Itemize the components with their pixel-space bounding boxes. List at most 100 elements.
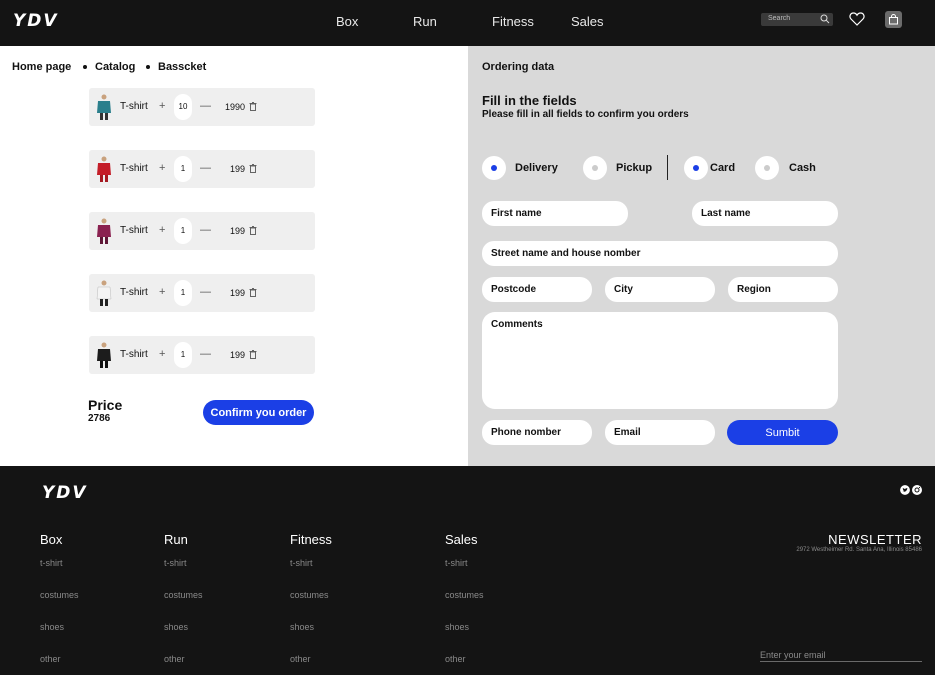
delivery-radio[interactable] [482,156,506,180]
footer-col-box[interactable]: Box [40,532,62,547]
increase-qty-button[interactable]: + [159,100,165,112]
trash-icon[interactable] [249,350,257,359]
breadcrumb-basket[interactable]: Basscket [158,61,206,73]
increase-qty-button[interactable]: + [159,348,165,360]
item-name: T-shirt [120,349,148,360]
footer-link[interactable]: shoes [290,622,314,632]
footer-link[interactable]: costumes [290,590,329,600]
footer-link[interactable]: other [40,654,61,664]
tshirt-thumbnail-icon [97,94,111,120]
city-field[interactable]: City [605,277,715,302]
logo[interactable]: YDV [13,11,59,31]
postcode-field[interactable]: Postcode [482,277,592,302]
trash-icon[interactable] [249,164,257,173]
item-price: 199 [229,350,245,360]
trash-icon[interactable] [249,226,257,235]
decrease-qty-button[interactable]: — [200,348,211,360]
search-input[interactable]: Search [761,13,833,26]
instagram-icon[interactable] [912,485,922,495]
quantity-value[interactable]: 1 [174,342,192,368]
decrease-qty-button[interactable]: — [200,162,211,174]
basket-item: T-shirt + 10 — 1990 [89,88,315,126]
first-name-field[interactable]: First name [482,201,628,226]
ordering-data-title: Ordering data [482,61,555,73]
increase-qty-button[interactable]: + [159,286,165,298]
phone-placeholder: Phone nomber [491,427,562,438]
region-placeholder: Region [737,284,771,295]
quantity-value[interactable]: 10 [174,94,192,120]
increase-qty-button[interactable]: + [159,162,165,174]
item-name: T-shirt [120,225,148,236]
heart-icon[interactable] [849,11,865,27]
card-radio[interactable] [684,156,708,180]
footer-link[interactable]: costumes [40,590,79,600]
region-field[interactable]: Region [728,277,838,302]
confirm-order-button[interactable]: Confirm you order [203,400,314,425]
item-price: 199 [229,164,245,174]
card-label: Card [710,162,736,174]
basket-item: T-shirt + 1 — 199 [89,336,315,374]
footer-col-sales[interactable]: Sales [445,532,478,547]
tshirt-thumbnail-icon [97,218,111,244]
cash-radio[interactable] [755,156,779,180]
footer: YDV Box t-shirt costumes shoes other Run… [0,466,935,675]
footer-link[interactable]: other [164,654,185,664]
trash-icon[interactable] [249,288,257,297]
pickup-radio[interactable] [583,156,607,180]
increase-qty-button[interactable]: + [159,224,165,236]
nav-run[interactable]: Run [413,14,437,29]
first-name-placeholder: First name [491,208,542,219]
cash-label: Cash [789,162,816,174]
breadcrumb-home[interactable]: Home page [12,61,71,73]
last-name-placeholder: Last name [701,208,751,219]
tshirt-thumbnail-icon [97,156,111,182]
quantity-value[interactable]: 1 [174,280,192,306]
total-price-value: 2786 [88,413,111,424]
footer-link[interactable]: costumes [164,590,203,600]
phone-field[interactable]: Phone nomber [482,420,592,445]
footer-link[interactable]: t-shirt [445,558,468,568]
nav-box[interactable]: Box [336,14,358,29]
decrease-qty-button[interactable]: — [200,224,211,236]
last-name-field[interactable]: Last name [692,201,838,226]
trash-icon[interactable] [249,102,257,111]
comments-field[interactable]: Comments [482,312,838,409]
item-price: 1990 [224,102,245,112]
footer-link[interactable]: shoes [164,622,188,632]
decrease-qty-button[interactable]: — [200,286,211,298]
quantity-value[interactable]: 1 [174,156,192,182]
footer-link[interactable]: costumes [445,590,484,600]
newsletter-title: NEWSLETTER [828,532,922,547]
twitter-icon[interactable] [900,485,910,495]
footer-link[interactable]: other [290,654,311,664]
comments-placeholder: Comments [491,319,543,330]
decrease-qty-button[interactable]: — [200,100,211,112]
option-divider [667,155,668,180]
basket-item: T-shirt + 1 — 199 [89,212,315,250]
item-name: T-shirt [120,287,148,298]
item-name: T-shirt [120,163,148,174]
postcode-placeholder: Postcode [491,284,537,295]
footer-col-fitness[interactable]: Fitness [290,532,332,547]
submit-button[interactable]: Sumbit [727,420,838,445]
item-price: 199 [229,226,245,236]
nav-sales[interactable]: Sales [571,14,604,29]
email-field[interactable]: Email [605,420,715,445]
nav-fitness[interactable]: Fitness [492,14,534,29]
footer-col-run[interactable]: Run [164,532,188,547]
footer-link[interactable]: shoes [445,622,469,632]
footer-link[interactable]: t-shirt [290,558,313,568]
item-name: T-shirt [120,101,148,112]
search-icon[interactable] [820,14,830,24]
footer-link[interactable]: other [445,654,466,664]
quantity-value[interactable]: 1 [174,218,192,244]
footer-link[interactable]: shoes [40,622,64,632]
breadcrumb-catalog[interactable]: Catalog [95,61,135,73]
breadcrumb-separator [83,65,87,69]
footer-link[interactable]: t-shirt [164,558,187,568]
street-field[interactable]: Street name and house nomber [482,241,838,266]
footer-logo[interactable]: YDV [42,483,88,503]
footer-link[interactable]: t-shirt [40,558,63,568]
bag-icon[interactable] [885,11,902,28]
newsletter-email-input[interactable] [760,648,922,662]
